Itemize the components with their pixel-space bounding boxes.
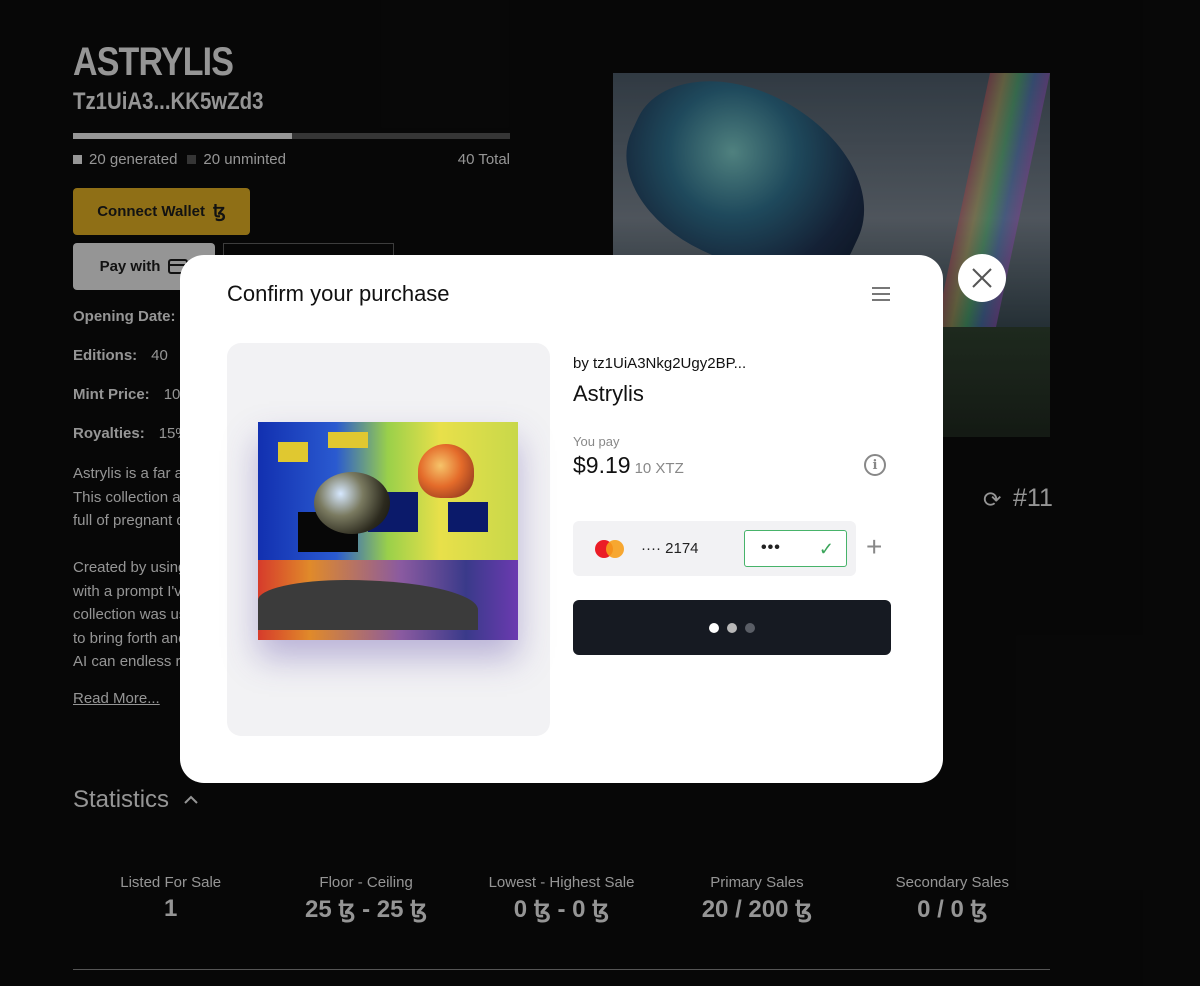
info-icon[interactable]: i (864, 454, 886, 476)
card-number: ···· 2174 (641, 540, 699, 557)
pay-button[interactable] (573, 600, 891, 655)
artwork-preview (258, 422, 518, 640)
plus-icon[interactable]: + (866, 533, 882, 561)
loading-dot (709, 622, 719, 633)
artist-address: by tz1UiA3Nkg2Ugy2BP... (573, 355, 747, 372)
price-fiat: $9.19 (573, 452, 631, 478)
purchase-modal: Confirm your purchase by tz1UiA3Nkg2Ugy2… (180, 255, 943, 783)
payment-card-row[interactable]: ···· 2174 ••• ✓ (573, 521, 856, 576)
you-pay-label: You pay (573, 434, 620, 449)
art-leaf (418, 444, 474, 498)
art-tile (328, 432, 368, 448)
close-icon[interactable] (958, 254, 1006, 302)
price: $9.19 10 XTZ (573, 452, 684, 479)
mastercard-icon (595, 540, 625, 558)
art-tile (278, 442, 308, 462)
check-icon: ✓ (818, 539, 834, 559)
price-xtz: 10 XTZ (634, 460, 684, 477)
menu-icon[interactable] (872, 287, 890, 301)
artwork-card (227, 343, 550, 736)
artwork-name: Astrylis (573, 381, 644, 406)
cvv-field[interactable]: ••• ✓ (744, 530, 847, 567)
art-tile (448, 502, 488, 532)
art-sphere (314, 472, 390, 534)
loading-dot (727, 622, 737, 633)
modal-title: Confirm your purchase (227, 281, 450, 306)
cvv-value: ••• (761, 539, 781, 556)
loading-dot (745, 622, 755, 633)
